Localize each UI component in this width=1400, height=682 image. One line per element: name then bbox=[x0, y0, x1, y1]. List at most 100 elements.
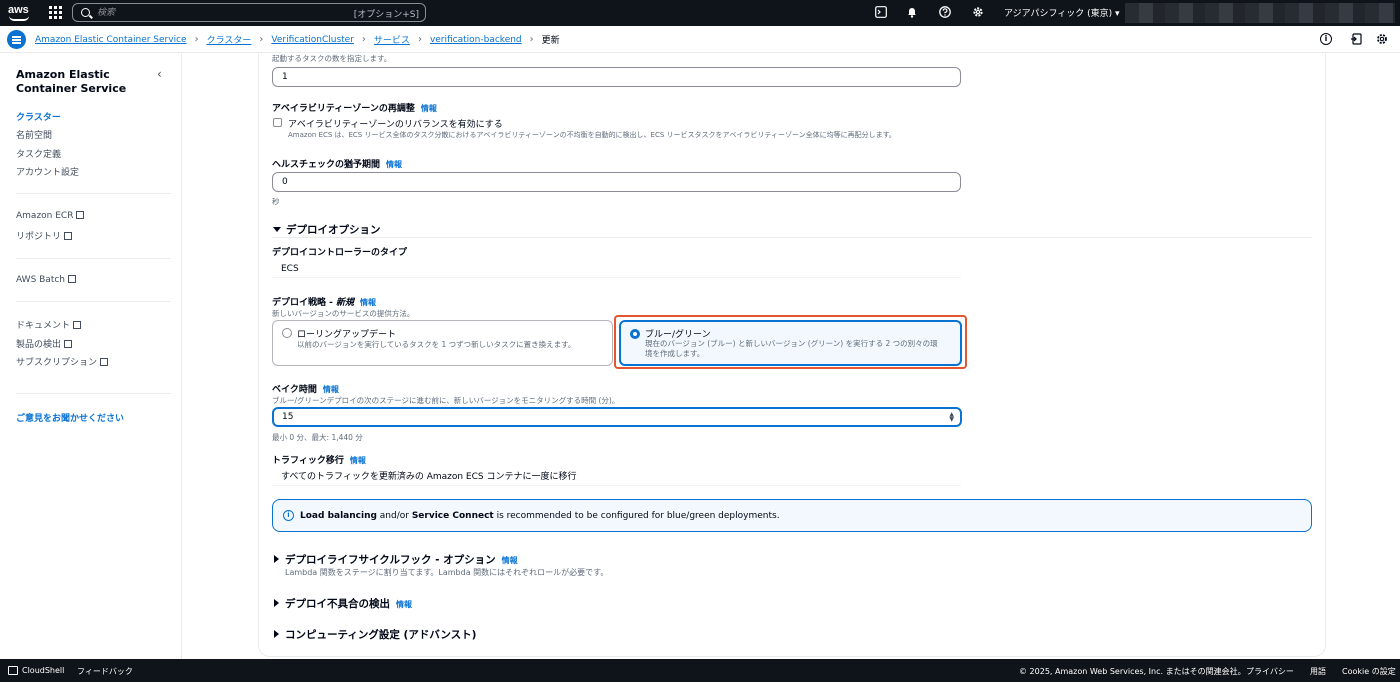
caret-right-icon bbox=[274, 599, 279, 607]
info-link[interactable]: 情報 bbox=[360, 298, 376, 307]
gear-icon[interactable] bbox=[971, 6, 984, 19]
info-link[interactable]: 情報 bbox=[386, 160, 402, 169]
breadcrumb: Amazon Elastic Container Service › クラスター… bbox=[35, 33, 560, 46]
bake-time-description: ブルー/グリーンデプロイの次のステージに進む前に、新しいバージョンをモニタリング… bbox=[272, 396, 620, 405]
footer-cloudshell[interactable]: CloudShell bbox=[22, 666, 64, 675]
external-link-icon bbox=[64, 340, 73, 348]
menu-icon[interactable] bbox=[7, 30, 26, 49]
sidebar-item-clusters[interactable]: クラスター bbox=[16, 110, 61, 123]
sidebar-item-documentation[interactable]: ドキュメント bbox=[16, 318, 82, 331]
traffic-shift-label: トラフィック移行 情報 bbox=[272, 456, 366, 466]
failure-detection-toggle[interactable]: デプロイ不具合の検出 情報 bbox=[274, 596, 412, 611]
az-rebalance-checkbox[interactable] bbox=[273, 118, 282, 127]
sidebar-divider bbox=[16, 393, 171, 394]
footer: CloudShell フィードバック © 2025, Amazon Web Se… bbox=[0, 659, 1400, 682]
breadcrumb-service[interactable]: verification-backend bbox=[430, 35, 522, 45]
search-bar[interactable]: [オプション+S] bbox=[72, 3, 426, 22]
caret-right-icon bbox=[274, 630, 279, 638]
breadcrumb-bar: Amazon Elastic Container Service › クラスター… bbox=[0, 26, 1400, 53]
sidebar-item-task-definitions[interactable]: タスク定義 bbox=[16, 147, 61, 160]
sidebar-item-repositories[interactable]: リポジトリ bbox=[16, 229, 73, 242]
annotation-highlight bbox=[614, 315, 967, 369]
bake-time-label: ベイク時間 情報 bbox=[272, 385, 339, 395]
sidebar-title: Amazon Elastic Container Service bbox=[16, 68, 127, 95]
info-link[interactable]: 情報 bbox=[323, 385, 339, 394]
rolling-update-tile[interactable]: ローリングアップデート 以前のバージョンを実行しているタスクを 1 つずつ新しい… bbox=[272, 320, 613, 366]
settings-gear-icon[interactable] bbox=[1376, 33, 1388, 48]
sidebar-item-ecr[interactable]: Amazon ECR bbox=[16, 210, 85, 221]
task-count-description: 起動するタスクの数を指定します。 bbox=[272, 54, 392, 63]
bake-time-input[interactable]: 15 ▲ ▼ bbox=[272, 407, 962, 427]
cloudshell-icon[interactable] bbox=[874, 6, 887, 19]
strategy-description: 新しいバージョンのサービスの提供方法。 bbox=[272, 309, 415, 318]
external-link-icon bbox=[64, 232, 73, 240]
sidebar: Amazon Elastic Container Service ‹ クラスター… bbox=[0, 53, 182, 659]
strategy-label: デプロイ戦略 - 新規 情報 bbox=[272, 298, 377, 308]
info-link[interactable]: 情報 bbox=[421, 104, 437, 113]
footer-cookie[interactable]: Cookie の設定 bbox=[1342, 666, 1396, 677]
footer-copyright: © 2025, Amazon Web Services, Inc. またはその関… bbox=[1019, 667, 1246, 676]
region-selector[interactable]: アジアパシフィック (東京) ▾ bbox=[1004, 6, 1120, 19]
lifecycle-hooks-description: Lambda 関数をステージに割り当てます。Lambda 関数にはそれぞれロール… bbox=[285, 568, 609, 577]
cloudshell-icon[interactable] bbox=[8, 666, 18, 675]
sidebar-item-batch[interactable]: AWS Batch bbox=[16, 274, 77, 285]
traffic-shift-value: すべてのトラフィックを更新済みの Amazon ECS コンテナに一度に移行 bbox=[272, 468, 961, 486]
info-icon: i bbox=[283, 510, 294, 521]
chevron-right-icon: › bbox=[529, 34, 534, 45]
help-icon[interactable] bbox=[938, 6, 951, 19]
breadcrumb-current: 更新 bbox=[541, 36, 560, 46]
account-menu[interactable] bbox=[1125, 3, 1395, 23]
sidebar-item-namespaces[interactable]: 名前空間 bbox=[16, 128, 52, 141]
caret-right-icon bbox=[274, 555, 279, 563]
deploy-options-toggle[interactable]: デプロイオプション bbox=[273, 222, 381, 237]
az-rebalance-label: アベイラビリティーゾーンの再調整 情報 bbox=[272, 104, 437, 114]
info-alert-text: Load balancing and/or Service Connect is… bbox=[300, 511, 780, 521]
rolling-update-radio[interactable] bbox=[282, 328, 292, 338]
info-link[interactable]: 情報 bbox=[502, 556, 518, 565]
aws-logo[interactable]: aws bbox=[8, 4, 32, 22]
section-divider bbox=[272, 237, 1312, 238]
breadcrumb-ecs[interactable]: Amazon Elastic Container Service bbox=[35, 35, 187, 45]
chevron-left-icon[interactable]: ‹ bbox=[157, 67, 162, 81]
sidebar-divider bbox=[16, 258, 171, 259]
health-grace-label: ヘルスチェックの猶予期間 情報 bbox=[272, 160, 403, 170]
top-navigation: aws [オプション+S] アジアパシフィック (東京) ▾ bbox=[0, 0, 1400, 26]
sidebar-item-discover[interactable]: 製品の検出 bbox=[16, 337, 73, 350]
breadcrumb-services[interactable]: サービス bbox=[374, 33, 410, 46]
rolling-update-description: 以前のバージョンを実行しているタスクを 1 つずつ新しいタスクに置き換えます。 bbox=[297, 340, 576, 349]
sidebar-divider bbox=[16, 301, 171, 302]
aws-logo-smile bbox=[9, 16, 29, 21]
az-rebalance-checkbox-label: アベイラビリティーゾーンのリバランスを有効にする bbox=[288, 120, 503, 130]
sidebar-item-account-settings[interactable]: アカウント設定 bbox=[16, 165, 79, 178]
chevron-right-icon: › bbox=[361, 34, 366, 45]
info-link[interactable]: 情報 bbox=[350, 456, 366, 465]
compute-settings-toggle[interactable]: コンピューティング設定 (アドバンスト) bbox=[274, 627, 476, 642]
health-grace-input[interactable]: 0 bbox=[272, 172, 961, 192]
export-icon[interactable] bbox=[1350, 33, 1362, 48]
controller-type-label: デプロイコントローラーのタイプ bbox=[272, 248, 408, 258]
info-link[interactable]: 情報 bbox=[396, 600, 412, 609]
lifecycle-hooks-toggle[interactable]: デプロイライフサイクルフック - オプション 情報 bbox=[274, 552, 518, 567]
external-link-icon bbox=[68, 275, 77, 283]
services-grid-icon[interactable] bbox=[49, 6, 62, 19]
chevron-right-icon: › bbox=[194, 34, 199, 45]
search-input[interactable] bbox=[97, 6, 347, 19]
task-count-input[interactable]: 1 bbox=[272, 67, 961, 87]
bell-icon[interactable] bbox=[905, 6, 918, 19]
feedback-link[interactable]: ご意見をお聞かせください bbox=[16, 411, 124, 424]
sidebar-divider bbox=[16, 193, 171, 194]
info-alert: i Load balancing and/or Service Connect … bbox=[272, 499, 1312, 532]
chevron-right-icon: › bbox=[259, 34, 264, 45]
footer-privacy[interactable]: プライバシー bbox=[1246, 666, 1294, 677]
breadcrumb-cluster[interactable]: VerificationCluster bbox=[271, 35, 354, 45]
footer-feedback[interactable]: フィードバック bbox=[77, 666, 133, 677]
az-rebalance-description: Amazon ECS は、ECS リービス全体のタスク分散におけるアベイラビリテ… bbox=[288, 131, 896, 139]
info-circle-icon[interactable]: i bbox=[1320, 33, 1332, 45]
sidebar-item-subscriptions[interactable]: サブスクリプション bbox=[16, 355, 109, 368]
stepper-icon[interactable]: ▲ ▼ bbox=[949, 412, 954, 423]
bake-time-range: 最小 0 分、最大: 1,440 分 bbox=[272, 433, 363, 442]
controller-type-value: ECS bbox=[272, 260, 961, 278]
breadcrumb-clusters[interactable]: クラスター bbox=[207, 33, 252, 46]
chevron-right-icon: › bbox=[417, 34, 422, 45]
footer-terms[interactable]: 用語 bbox=[1310, 666, 1326, 677]
